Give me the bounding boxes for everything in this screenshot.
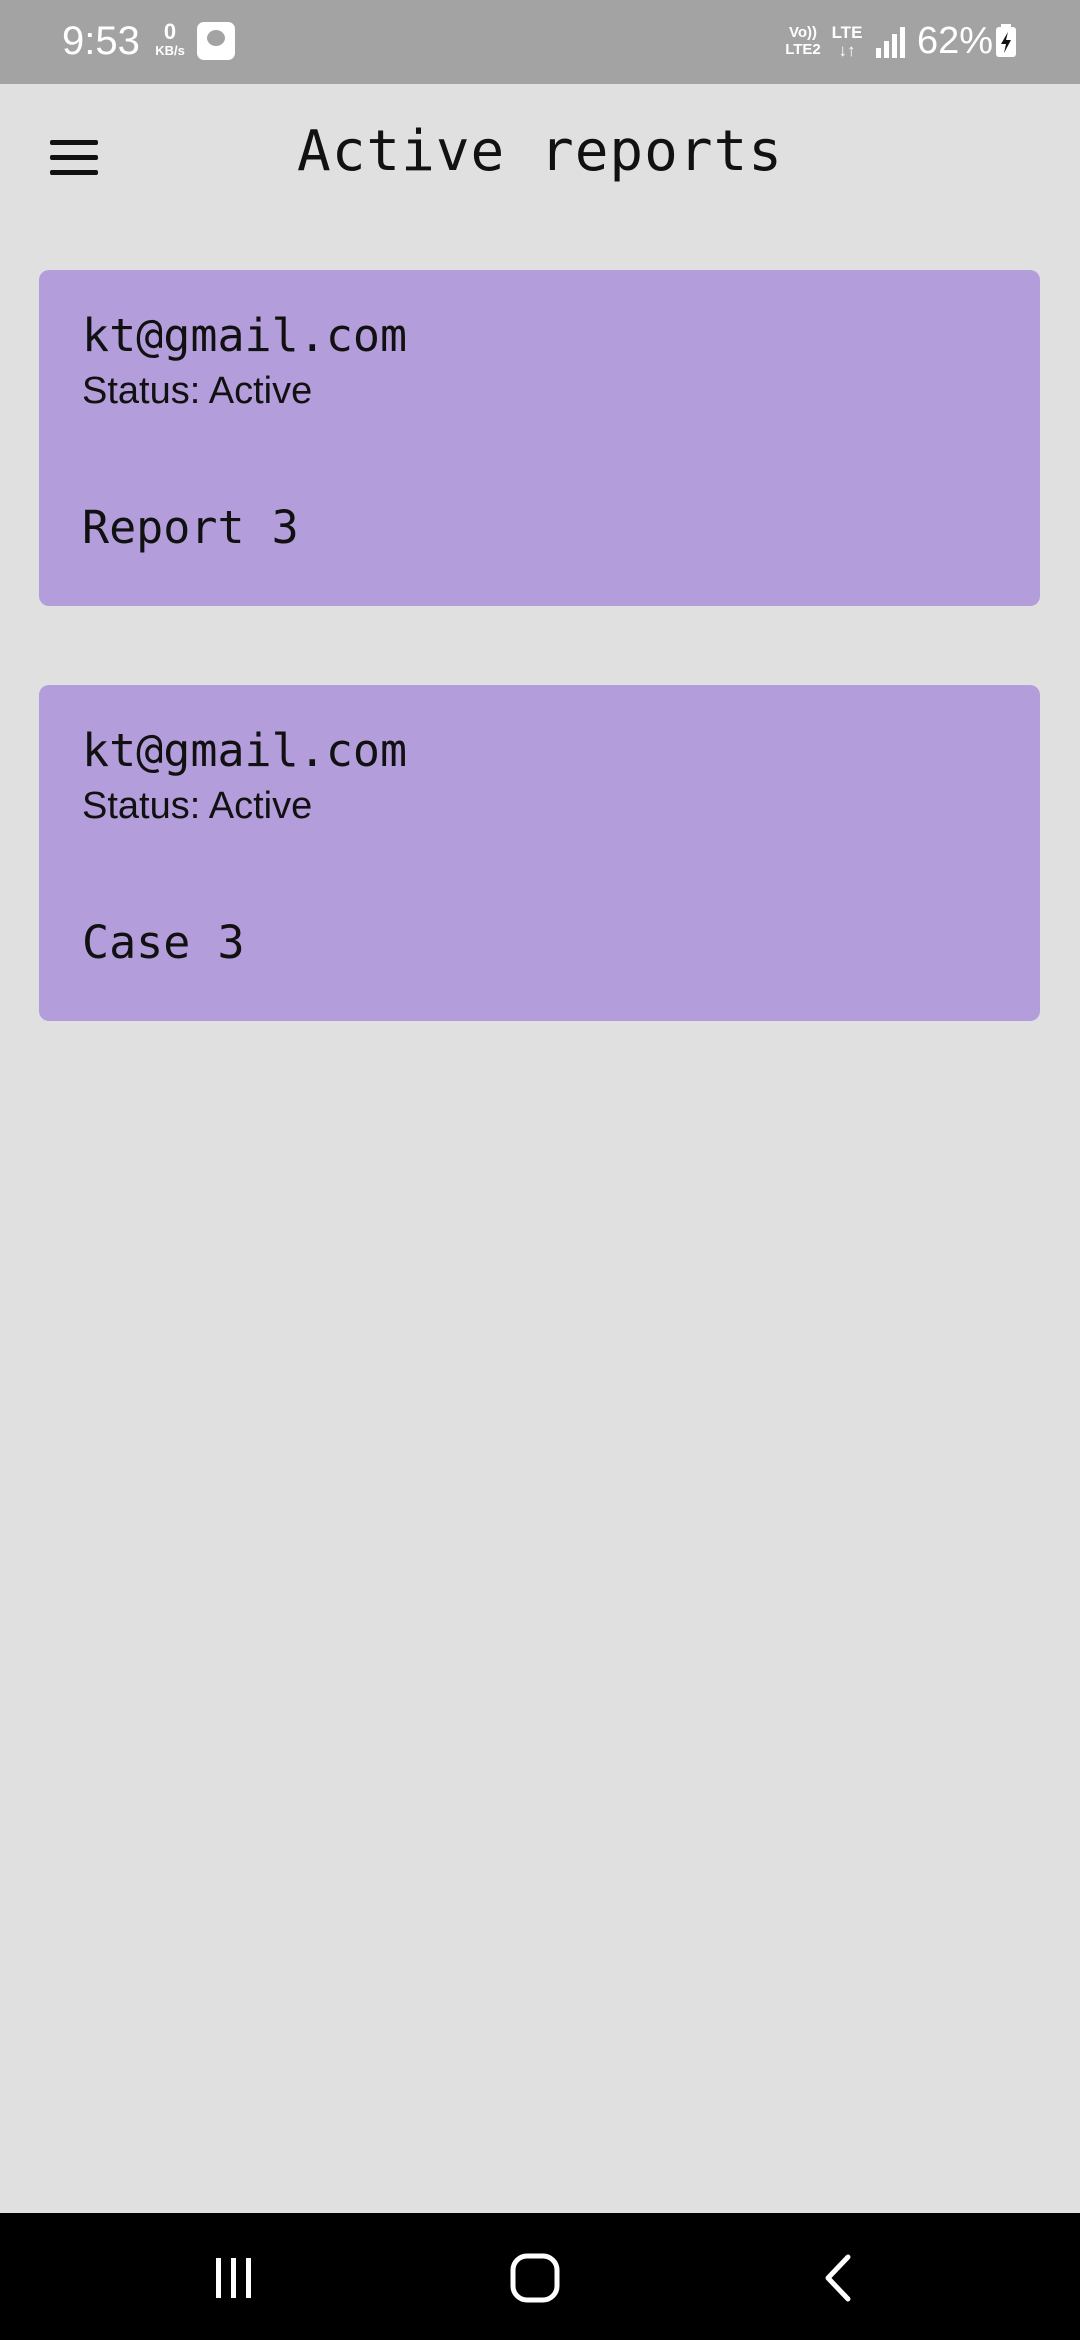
report-card[interactable]: kt@gmail.com Status: Active Report 3 — [39, 270, 1040, 606]
status-time: 9:53 — [62, 19, 140, 63]
report-status: Status: Active — [82, 785, 313, 827]
lte-label: LTE — [831, 23, 863, 42]
report-status: Status: Active — [82, 370, 313, 412]
gallery-app-icon — [197, 22, 235, 60]
recent-apps-button[interactable] — [183, 2233, 283, 2323]
network-speed-value: 0 — [163, 19, 177, 44]
status-bar: 9:53 0 KB/s Vo)) LTE2 LTE ↓↑ 62% — [0, 0, 1080, 84]
volte-label: Vo)) — [788, 24, 818, 41]
volte-indicator: Vo)) LTE2 — [780, 24, 826, 58]
home-button[interactable] — [485, 2233, 585, 2323]
page-title: Active reports — [296, 119, 783, 184]
lte-indicator: LTE ↓↑ — [830, 24, 864, 60]
report-card[interactable]: kt@gmail.com Status: Active Case 3 — [39, 685, 1040, 1021]
recent-apps-icon — [216, 2258, 251, 2298]
report-name: Case 3 — [82, 916, 245, 969]
app-screen: 9:53 0 KB/s Vo)) LTE2 LTE ↓↑ 62% Active … — [0, 0, 1080, 2340]
back-icon — [825, 2254, 851, 2302]
network-speed: 0 KB/s — [150, 20, 190, 58]
back-button[interactable] — [788, 2233, 888, 2323]
home-icon — [510, 2253, 560, 2303]
battery-charging-icon — [996, 24, 1016, 57]
network-speed-unit: KB/s — [155, 43, 185, 58]
report-email: kt@gmail.com — [82, 724, 408, 777]
report-email: kt@gmail.com — [82, 309, 408, 362]
report-name: Report 3 — [82, 501, 299, 554]
lte-arrows: ↓↑ — [838, 41, 856, 60]
system-nav-bar — [0, 2213, 1080, 2340]
battery-percent: 62% — [917, 20, 994, 62]
signal-bars-icon — [876, 27, 905, 58]
volte-sim-label: LTE2 — [785, 41, 821, 58]
